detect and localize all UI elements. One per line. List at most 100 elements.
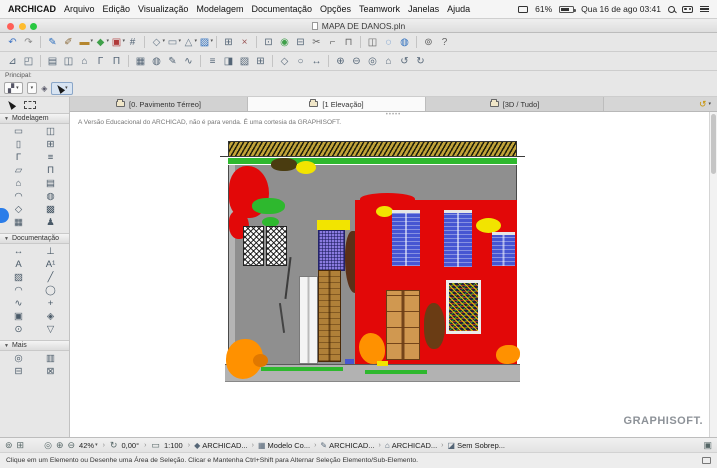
toolbox-section-header[interactable]: ▼ Documentação	[0, 233, 69, 244]
favorites-dropdown[interactable]: ▞ ▾	[4, 82, 23, 94]
gravity-icon[interactable]: △ ▾	[181, 34, 197, 51]
menu-item[interactable]: Edição	[103, 4, 131, 14]
next-zoom-icon[interactable]: ↻	[413, 53, 428, 70]
zoom-in-icon[interactable]: ⊕	[333, 53, 348, 70]
scrollbar-thumb[interactable]	[711, 114, 716, 174]
quick-layers-icon[interactable]: ⊞	[17, 439, 25, 452]
zoom-level[interactable]: 42% ▾	[79, 441, 98, 450]
hotspot-tool[interactable]: +	[38, 298, 64, 310]
renovation-icon[interactable]: ▧	[237, 53, 252, 70]
menu-item[interactable]: Opções	[320, 4, 351, 14]
pane-splitter-handle[interactable]	[386, 112, 402, 118]
spotlight-search-icon[interactable]	[668, 5, 675, 13]
circle-tool[interactable]: ◯	[38, 285, 64, 297]
morph-tool[interactable]: ◇	[6, 204, 32, 216]
fit-in-window-icon[interactable]: ⌂	[381, 53, 396, 70]
pet-palette-icon[interactable]	[702, 457, 711, 464]
zoom-window-icon[interactable]: ◎	[44, 439, 52, 452]
adjust-icon[interactable]: ⌐	[325, 34, 340, 51]
inject-parameters-icon[interactable]: ◍	[397, 34, 412, 51]
split-icon[interactable]: ✂	[309, 34, 324, 51]
slab-tool[interactable]: ▱	[6, 165, 32, 177]
curtain-wall-tool[interactable]: ▤	[38, 178, 64, 190]
label-tool[interactable]: A¹	[38, 259, 64, 271]
redo-icon[interactable]: ↷	[21, 34, 36, 51]
quick-options-icon[interactable]: ⊚	[5, 439, 13, 452]
level-dimension-tool[interactable]: ⊥	[38, 246, 64, 258]
elevation-icon[interactable]: ⌂	[77, 53, 92, 70]
undo-icon[interactable]: ↶	[5, 34, 20, 51]
fill-set-icon[interactable]: ▣ ▾	[109, 34, 125, 51]
statusbar-breadcrumb[interactable]: ▦ Modelo Co...	[258, 441, 310, 450]
view-rotation[interactable]: 0,00°	[121, 441, 139, 450]
marquee-info-icon[interactable]: ◰	[21, 53, 36, 70]
zoom-in-icon[interactable]: ⊕	[56, 439, 64, 452]
tab-history-icon[interactable]: ↺	[699, 99, 707, 110]
view-tab[interactable]: [3D / Tudo]	[426, 97, 604, 111]
text-tool[interactable]: A	[6, 259, 32, 271]
menu-list-icon[interactable]	[700, 5, 709, 13]
display-icon[interactable]	[518, 5, 529, 13]
compass-icon[interactable]: ◈	[41, 82, 47, 95]
door-tool[interactable]: ◫	[38, 126, 64, 138]
order-icon[interactable]: ⊟	[293, 34, 308, 51]
snap-guides-icon[interactable]: ▭ ▾	[165, 34, 181, 51]
statusbar-breadcrumb[interactable]: ◪ Sem Sobrep...	[448, 441, 506, 450]
delete-icon[interactable]: ×	[237, 34, 252, 51]
detail-marker-tool[interactable]: ◎	[6, 353, 32, 365]
menu-item[interactable]: Janelas	[408, 4, 439, 14]
mesh-tool[interactable]: ▦	[6, 217, 32, 229]
layer-icon[interactable]: #	[125, 34, 140, 51]
line-tool[interactable]: ╱	[38, 272, 64, 284]
arrow-tool-icon[interactable]	[5, 99, 17, 110]
zone-tool[interactable]: ▩	[38, 204, 64, 216]
pen-icon[interactable]: ✎	[45, 34, 60, 51]
elevation-marker-tool[interactable]: ⊠	[38, 366, 64, 378]
camera-path-icon[interactable]: ○	[293, 53, 308, 70]
menu-item[interactable]: Visualização	[138, 4, 188, 14]
group-icon[interactable]: ⊡	[261, 34, 276, 51]
minimize-button[interactable]	[18, 22, 26, 30]
element-settings-dropdown[interactable]: ▾	[26, 82, 38, 94]
publisher-icon[interactable]: ◍	[149, 53, 164, 70]
wall-settings-icon[interactable]: ▬ ▾	[77, 34, 94, 51]
window-titlebar[interactable]: MAPA DE DANOS.pln	[0, 19, 717, 33]
guide-lines-icon[interactable]: ◇ ▾	[149, 34, 165, 51]
window-tool[interactable]: ⊞	[38, 139, 64, 151]
vertical-scrollbar[interactable]	[709, 112, 717, 437]
roof-tool[interactable]: ⌂	[6, 178, 32, 190]
marquee-tool-icon[interactable]	[24, 100, 36, 109]
view-tab[interactable]: [0. Pavimento Térreo]	[70, 97, 248, 111]
elevation-drawing[interactable]	[220, 141, 525, 382]
options-icon[interactable]: ⊚	[421, 34, 436, 51]
figure-tool[interactable]: ▣	[6, 311, 32, 323]
arrow-info-icon[interactable]: ⊿	[5, 53, 20, 70]
control-center-icon[interactable]	[682, 5, 693, 13]
object-tool[interactable]: ♟	[38, 217, 64, 229]
fill-tool[interactable]: ▨	[6, 272, 32, 284]
shell-tool[interactable]: ◠	[6, 191, 32, 203]
toolbox-section-header[interactable]: ▼ Mais	[0, 340, 69, 351]
partial-display-icon[interactable]: ◨	[221, 53, 236, 70]
display-options-icon[interactable]: ▣	[703, 439, 712, 452]
menu-item[interactable]: Ajuda	[447, 4, 470, 14]
grid-display-icon[interactable]: ⊞	[253, 53, 268, 70]
app-menu-title[interactable]: ARCHICAD	[8, 4, 56, 14]
skylight-tool[interactable]: ◍	[38, 191, 64, 203]
zoom-out-icon[interactable]: ⊖	[349, 53, 364, 70]
magic-wand-icon[interactable]: ▨ ▾	[197, 34, 213, 51]
polyline-tool[interactable]: ∿	[6, 298, 32, 310]
drawing-canvas[interactable]: A Versão Educacional do ARCHICAD, não é …	[70, 112, 717, 437]
statusbar-breadcrumb[interactable]: ✎ ARCHICAD...	[320, 441, 374, 450]
layers-dialog-icon[interactable]: ≡	[205, 53, 220, 70]
section-marker-tool[interactable]: ⊟	[6, 366, 32, 378]
detail-icon[interactable]: Γ	[93, 53, 108, 70]
maximize-button[interactable]	[30, 22, 37, 30]
lock-icon[interactable]: ◉	[277, 34, 292, 51]
menu-item[interactable]: Documentação	[251, 4, 312, 14]
drawing-tool[interactable]: ◈	[38, 311, 64, 323]
statusbar-breadcrumb[interactable]: ◆ ARCHICAD...	[194, 441, 248, 450]
brush-icon[interactable]: ✐	[61, 34, 76, 51]
section-icon[interactable]: ◫	[61, 53, 76, 70]
camera-tool[interactable]: ⊙	[6, 324, 32, 336]
